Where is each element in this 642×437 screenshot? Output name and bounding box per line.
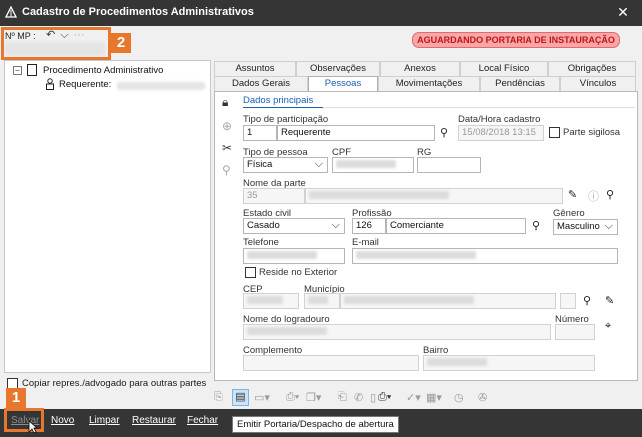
tree-root[interactable]: Procedimento Administrativo [43, 65, 163, 76]
tipo-participacao-field[interactable]: Requerente [277, 125, 435, 141]
tab-observacoes[interactable]: Observações [296, 61, 380, 76]
person-info-icon[interactable]: ⓘ [588, 188, 599, 204]
profissao-code[interactable]: 126 [352, 218, 386, 234]
person-search-icon[interactable]: ⚲ [606, 188, 614, 201]
close-button[interactable]: Fechar [187, 415, 218, 426]
subtab-underline [243, 107, 323, 108]
tab-anexos[interactable]: Anexos [380, 61, 460, 76]
tab-movimentacoes[interactable]: Movimentações [378, 76, 480, 91]
edit-address-icon[interactable]: ✎ [605, 294, 614, 307]
title-bar: Cadastro de Procedimentos Administrativo… [0, 0, 642, 26]
uf-field [560, 293, 576, 309]
telefone-label: Telefone [243, 237, 279, 248]
history-icon[interactable]: ◷ [454, 391, 464, 404]
person-search-icon[interactable]: ⚲ [222, 163, 231, 177]
reside-exterior-label: Reside no Exterior [259, 267, 338, 278]
parte-sigilosa-checkbox[interactable] [549, 127, 560, 138]
main-window: Cadastro de Procedimentos Administrativo… [0, 0, 642, 437]
tooltip: Emitir Portaria/Despacho de abertura [232, 416, 399, 433]
email-label: E-mail [352, 237, 379, 248]
check-icon[interactable]: ✓▾ [406, 391, 421, 404]
tab-local-fisico[interactable]: Local Físico [460, 61, 548, 76]
tree-child-requerente[interactable]: Requerente: [59, 79, 111, 90]
genero-label: Gênero [553, 208, 585, 219]
tipo-pessoa-select[interactable]: Física [243, 157, 328, 173]
profissao-field[interactable]: Comerciante [386, 218, 526, 234]
subtab-dados-principais[interactable]: Dados principais [243, 95, 313, 106]
person-lock-icon[interactable]: 🔒︎ [222, 95, 228, 110]
stamp-icon[interactable]: ⎙▾ [286, 391, 299, 404]
tab-pessoas[interactable]: Pessoas [308, 76, 378, 93]
cep-field [243, 293, 299, 309]
document-icon [27, 64, 37, 76]
tab-dados-gerais[interactable]: Dados Gerais [214, 76, 308, 91]
annotation-marker-1: 1 [6, 388, 26, 408]
complemento-field [243, 355, 419, 371]
genero-select[interactable]: Masculino [553, 219, 618, 235]
calendar-icon[interactable]: ▦▾ [426, 391, 442, 404]
tab-obrigacoes[interactable]: Obrigações [548, 61, 636, 76]
new-button[interactable]: Novo [51, 415, 74, 426]
tab-pendencias[interactable]: Pendências [480, 76, 560, 91]
copy-representative-label: Copiar repres./advogado para outras part… [22, 378, 207, 389]
telefone-field[interactable] [243, 248, 345, 264]
copy-icon[interactable]: ❐▾ [306, 391, 321, 404]
person-lock-icon [46, 78, 54, 90]
tab-assuntos[interactable]: Assuntos [214, 61, 296, 76]
estado-civil-select[interactable]: Casado [243, 218, 345, 234]
rg-field[interactable] [417, 157, 481, 173]
requerente-name-redacted [117, 82, 205, 90]
action-toolbar: ⎘ ▤ ▭▾ ⎙▾ ❐▾ ⎗ ✆ ▯ ⎙▾ ✓▾ ▦▾ ◷ ✇ [214, 389, 504, 409]
tab-vinculos[interactable]: Vínculos [560, 76, 636, 91]
emitir-portaria-icon[interactable]: ▤ [232, 389, 249, 406]
subtab-divider [323, 107, 635, 108]
numero-field [555, 324, 595, 340]
tipo-participacao-label: Tipo de participação [243, 114, 329, 125]
annotation-box-2 [1, 27, 111, 60]
print-icon[interactable]: ⎙▾ [378, 391, 391, 404]
annotation-marker-2: 2 [111, 33, 131, 53]
bairro-field [423, 355, 595, 371]
collapse-icon[interactable]: − [13, 66, 22, 75]
municipio-code [304, 293, 340, 309]
tipo-participacao-code[interactable]: 1 [243, 125, 277, 141]
window-title: Cadastro de Procedimentos Administrativo… [22, 6, 254, 18]
data-hora-label: Data/Hora cadastro [458, 114, 541, 125]
nome-parte-code: 35 [243, 188, 305, 204]
clear-button[interactable]: Limpar [89, 415, 120, 426]
search-icon[interactable]: ⚲ [440, 126, 448, 139]
clipboard-icon[interactable]: ⎗ [338, 391, 347, 404]
reside-exterior-checkbox[interactable] [245, 267, 256, 278]
search-icon[interactable]: ⚲ [583, 294, 591, 307]
data-hora-field: 15/08/2018 13:15 [458, 125, 544, 141]
municipio-field [340, 293, 556, 309]
window-icon[interactable]: ▭▾ [254, 391, 270, 404]
status-badge: AGUARDANDO PORTARIA DE INSTAURAÇÃO [412, 32, 620, 48]
cursor-icon [28, 420, 38, 434]
restore-button[interactable]: Restaurar [132, 415, 176, 426]
close-icon[interactable]: ✕ [614, 4, 632, 22]
map-pin-icon[interactable]: ⌖ [605, 320, 611, 333]
annotation-box-1 [4, 408, 44, 432]
add-person-icon[interactable]: ⊕ [222, 119, 232, 133]
phone-icon[interactable]: ✆ [354, 391, 363, 404]
cpf-field[interactable] [332, 157, 414, 173]
logradouro-field [243, 324, 551, 340]
tools-icon[interactable]: ✇ [478, 391, 487, 404]
email-field[interactable] [352, 248, 618, 264]
tab-strip: Assuntos Observações Anexos Local Físico… [214, 60, 638, 93]
procedure-tree: − Procedimento Administrativo Requerente… [4, 60, 211, 373]
nome-parte-field [305, 188, 563, 204]
remove-person-icon[interactable]: ✂ [222, 141, 232, 155]
parte-sigilosa-label: Parte sigilosa [563, 127, 621, 138]
edit-person-icon[interactable]: ✎ [568, 188, 577, 201]
attach-icon[interactable]: ⎘ [214, 391, 223, 404]
search-icon[interactable]: ⚲ [532, 219, 540, 232]
app-logo-icon [5, 6, 17, 18]
document-icon[interactable]: ▯ [370, 391, 376, 404]
